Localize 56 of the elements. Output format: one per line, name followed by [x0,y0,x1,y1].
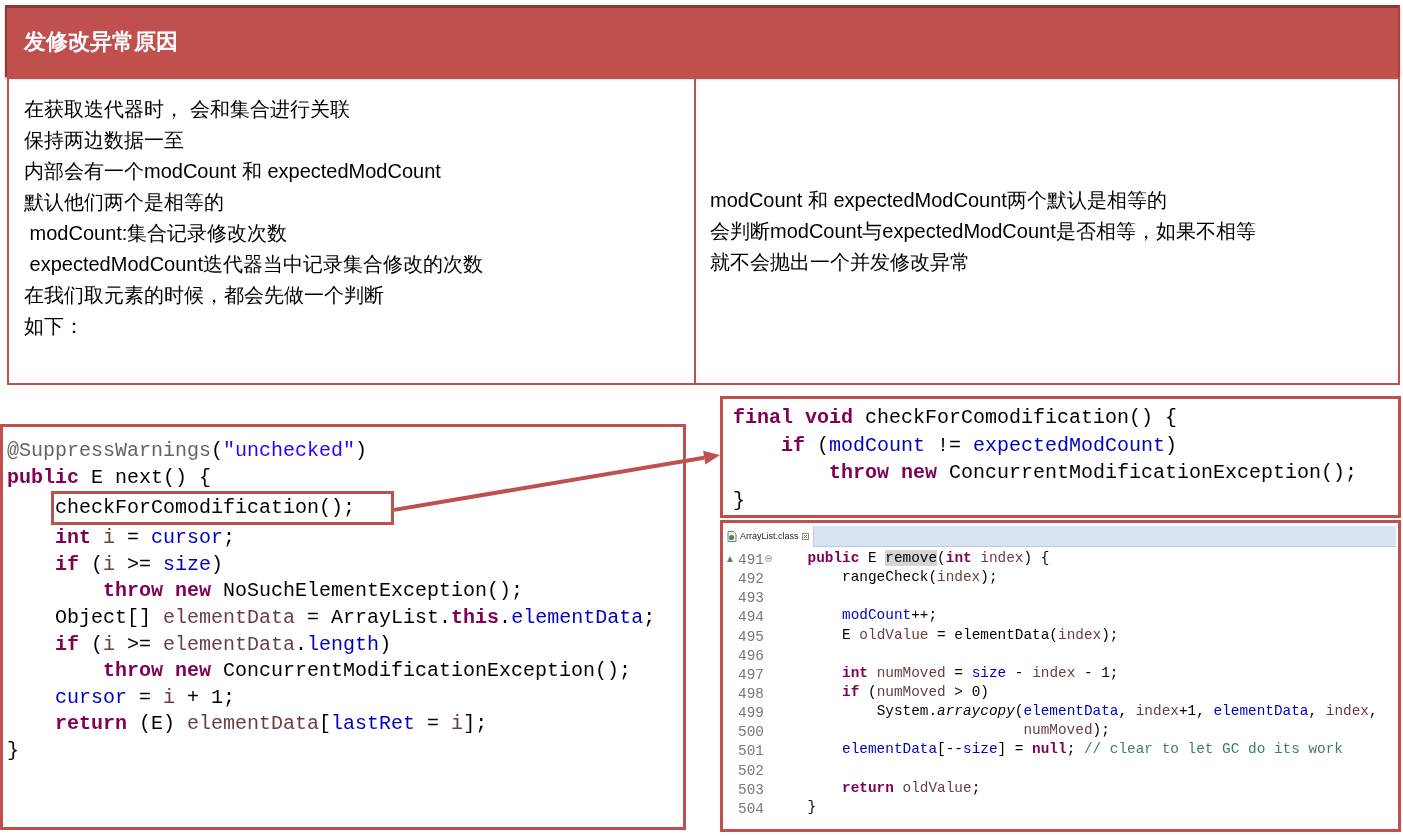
line-number: 492 [738,570,764,590]
code-line: throw new ConcurrentModificationException(); [829,460,1358,486]
line-number: 495 [738,627,764,647]
code-line: modCount++; [842,606,938,626]
code-line: if (modCount != expectedModCount) [781,432,1178,459]
code-line: System.arraycopy(elementData, index+1, elementData, index, [876,702,1378,722]
code-line: elementData[--size] = null; // clear to let GC do its work [842,740,1343,760]
close-icon[interactable] [801,533,809,540]
code-line: final void checkForComodification() { [733,405,1178,431]
line-number: 502 [738,761,764,781]
code-line: E oldValue = elementData(index); [842,625,1119,645]
line-number: 497 [738,665,764,685]
line-number: 503 [738,780,764,800]
code-line: numMoved); [1023,721,1110,741]
line-number: 494 [738,608,764,628]
explanation-line: 默认他们两个是相等的 [24,190,224,215]
code-line: Object[] elementData = ArrayList.this.elementData; [55,604,656,631]
code-line: } [7,737,19,764]
line-number: 501 [738,742,764,762]
code-line: throw new ConcurrentModificationException(); [103,658,632,685]
explanation-line: 会判断modCount与expectedModCount是否相等，如果不相等 [710,218,1256,244]
explanation-line: 保持两边数据一至 [24,128,184,153]
line-number: 500 [738,723,764,743]
line-number: 496 [738,646,764,666]
line-number: 491 [738,551,764,570]
explanation-line: 在获取迭代器时， 会和集合进行关联 [24,97,350,122]
fold-icon[interactable] [765,555,772,563]
code-line: return (E) elementData[lastRet = i]; [55,711,488,738]
code-line: if (numMoved > 0) [842,683,989,702]
explanation-line: 就不会抛出一个并发修改异常 [710,249,970,275]
explanation-line: expectedModCount迭代器当中记录集合修改的次数 [28,252,483,277]
code-line: public E remove(int index) { [807,549,1050,568]
code-line: if (i >= size) [55,551,224,578]
slide-title: 发修改异常原因 [24,29,178,56]
line-number: 498 [738,685,764,704]
code-line: } [807,797,817,817]
code-line: } [733,487,745,514]
code-line: return oldValue; [842,778,981,798]
line-number: 499 [738,704,764,724]
editor-tab[interactable]: ArrayList.class [724,526,814,547]
code-line: int numMoved = size - index - 1; [842,663,1119,683]
explanation-line: 如下： [24,314,84,339]
line-number: 493 [738,589,764,609]
code-line: if (i >= elementData.length) [55,631,392,658]
explanation-line: 在我们取元素的时候，都会先做一个判断 [24,283,384,308]
explanation-line: 内部会有一个modCount 和 expectedModCount [24,159,441,184]
explanation-line: modCount 和 expectedModCount两个默认是相等的 [710,187,1167,213]
code-line: @SuppressWarnings("unchecked") [7,438,368,464]
code-line: int i = cursor; [55,525,236,552]
code-line: public E next() { [7,464,212,491]
code-line: rangeCheck(index); [842,568,998,588]
code-line: throw new NoSuchElementException(); [103,578,524,605]
explanation-line: modCount:集合记录修改次数 [28,221,288,246]
class-file-icon [727,531,737,542]
line-number: 504 [738,799,764,819]
code-line: cursor = i + 1; [55,684,236,711]
